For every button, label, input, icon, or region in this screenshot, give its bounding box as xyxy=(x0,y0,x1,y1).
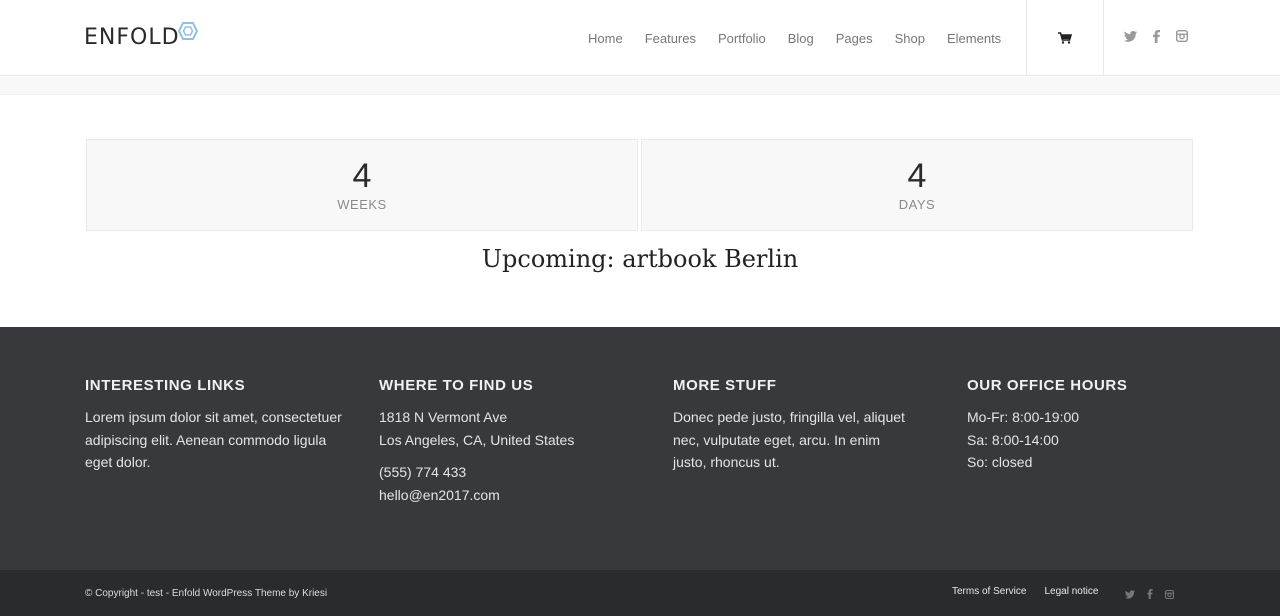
site-logo[interactable]: ENFOLD xyxy=(84,20,198,54)
legal-notice-link[interactable]: Legal notice xyxy=(1044,586,1098,597)
twitter-icon[interactable] xyxy=(1125,586,1135,604)
nav-elements[interactable]: Elements xyxy=(947,31,1001,46)
site-header: ENFOLD Home Features Portfolio Blog Page… xyxy=(0,0,1280,76)
footer-col-title: INTERESTING LINKS xyxy=(85,377,246,394)
footer-contact: (555) 774 433 hello@en2017.com xyxy=(379,461,639,506)
nav-features[interactable]: Features xyxy=(645,31,696,46)
instagram-icon[interactable] xyxy=(1174,28,1190,44)
facebook-icon[interactable] xyxy=(1147,586,1153,604)
weeks-label: WEEKS xyxy=(337,197,387,212)
footer-col-title: MORE STUFF xyxy=(673,377,777,394)
cart-icon xyxy=(1058,32,1072,44)
twitter-icon[interactable] xyxy=(1122,28,1138,44)
socket-social xyxy=(1125,586,1175,604)
site-footer: INTERESTING LINKS Lorem ipsum dolor sit … xyxy=(0,327,1280,570)
hours-saturday: Sa: 8:00-14:00 xyxy=(967,431,1059,448)
header-social xyxy=(1122,28,1190,44)
nav-home[interactable]: Home xyxy=(588,31,623,46)
nav-portfolio[interactable]: Portfolio xyxy=(718,31,766,46)
title-band xyxy=(0,77,1280,95)
nav-blog[interactable]: Blog xyxy=(788,31,814,46)
countdown: 4 WEEKS 4 DAYS xyxy=(86,139,1193,231)
countdown-days: 4 DAYS xyxy=(641,139,1193,231)
main-nav: Home Features Portfolio Blog Pages Shop … xyxy=(577,0,1012,76)
footer-col-location: WHERE TO FIND US 1818 N Vermont Ave Los … xyxy=(379,377,639,506)
days-label: DAYS xyxy=(898,197,936,212)
logo-text: ENFOLD xyxy=(84,25,180,50)
footer-address: 1818 N Vermont Ave Los Angeles, CA, Unit… xyxy=(379,406,639,451)
phone-number[interactable]: (555) 774 433 xyxy=(379,464,466,480)
cart-button[interactable] xyxy=(1026,0,1104,76)
terms-link[interactable]: Terms of Service xyxy=(952,586,1026,597)
hours-sunday: So: closed xyxy=(967,454,1033,470)
footer-col-more: MORE STUFF Donec pede justo, fringilla v… xyxy=(673,377,913,474)
email-link[interactable]: hello@en2017.com xyxy=(379,487,500,503)
upcoming-heading: Upcoming: artbook Berlin xyxy=(481,245,799,273)
countdown-weeks: 4 WEEKS xyxy=(86,139,638,231)
address-line-2: Los Angeles, CA, United States xyxy=(379,431,575,448)
copyright-text: © Copyright - test - Enfold WordPress Th… xyxy=(85,588,328,599)
nav-shop[interactable]: Shop xyxy=(895,31,925,46)
facebook-icon[interactable] xyxy=(1148,28,1164,44)
footer-col-links: INTERESTING LINKS Lorem ipsum dolor sit … xyxy=(85,377,345,474)
logo-hexagon-icon xyxy=(177,22,198,40)
weeks-value: 4 xyxy=(352,157,372,195)
office-hours: Mo-Fr: 8:00-19:00 Sa: 8:00-14:00 So: clo… xyxy=(967,406,1227,474)
nav-pages[interactable]: Pages xyxy=(836,31,873,46)
footer-col-hours: OUR OFFICE HOURS Mo-Fr: 8:00-19:00 Sa: 8… xyxy=(967,377,1227,474)
footer-col-title: OUR OFFICE HOURS xyxy=(967,377,1128,394)
days-value: 4 xyxy=(907,157,927,195)
instagram-icon[interactable] xyxy=(1164,586,1175,604)
footer-socket: © Copyright - test - Enfold WordPress Th… xyxy=(0,570,1280,616)
footer-col-title: WHERE TO FIND US xyxy=(379,377,534,394)
footer-col-text: Donec pede justo, fringilla vel, aliquet… xyxy=(673,409,905,470)
hours-weekdays: Mo-Fr: 8:00-19:00 xyxy=(967,409,1080,425)
footer-col-text: Lorem ipsum dolor sit amet, consectetuer… xyxy=(85,409,342,470)
address-line-1: 1818 N Vermont Ave xyxy=(379,409,508,425)
socket-links: Terms of Service Legal notice xyxy=(952,586,1098,597)
